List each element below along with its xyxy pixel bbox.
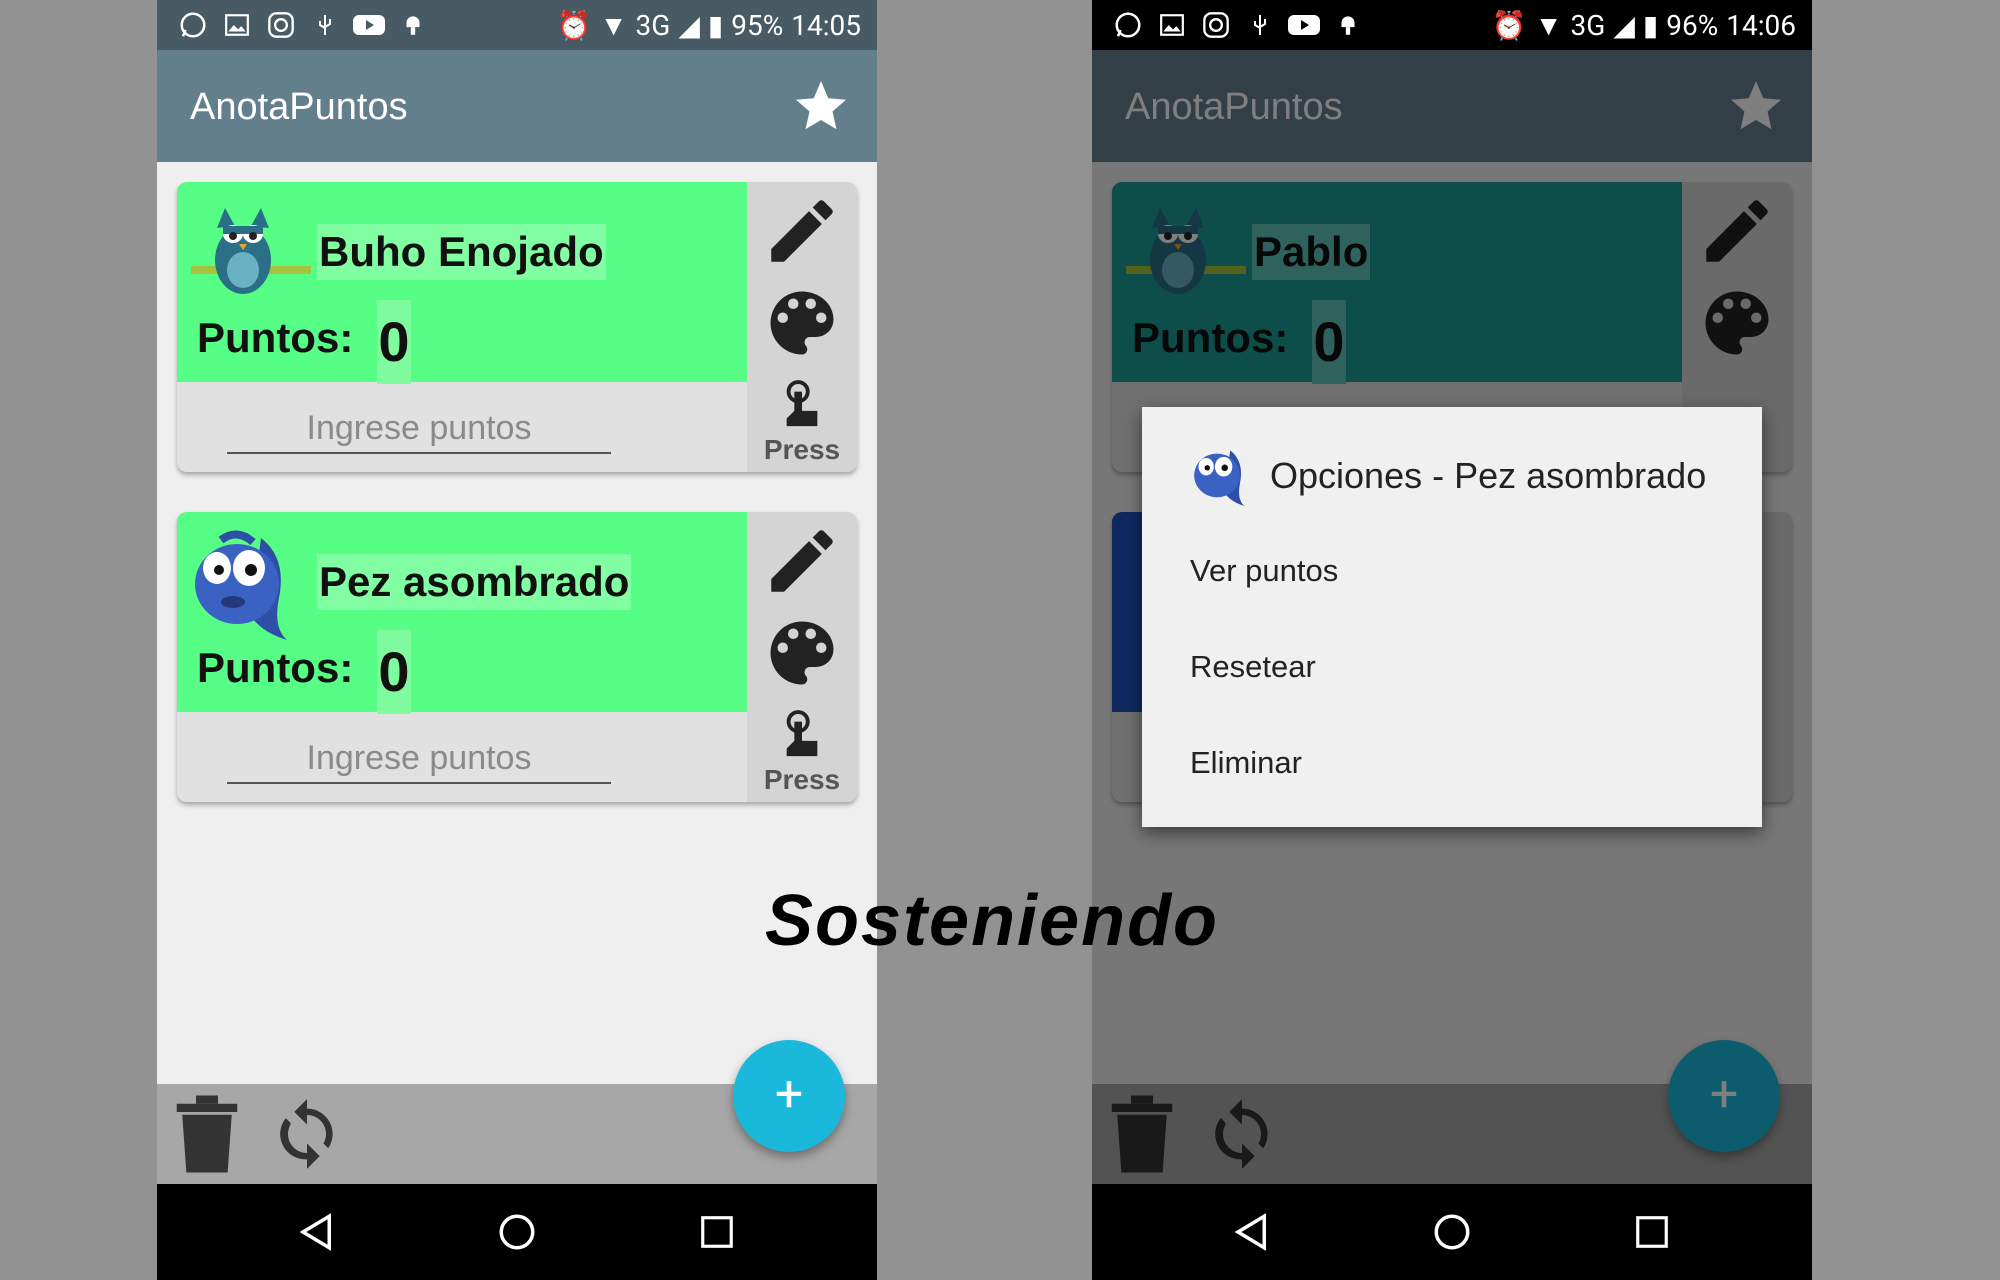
points-value: 0 (377, 300, 411, 384)
press-label: Press (763, 434, 841, 465)
whatsapp-icon (177, 9, 209, 41)
fish-icon (1192, 443, 1252, 509)
wifi-icon: ▼ (1534, 8, 1563, 42)
caption-text: Sosteniendo (765, 881, 1220, 961)
owl-icon (191, 198, 311, 304)
instagram-icon (1200, 9, 1232, 41)
back-icon[interactable] (1222, 1202, 1282, 1262)
press-button[interactable]: Press (757, 374, 847, 470)
card-actions: Press (747, 182, 857, 472)
youtube-icon (1288, 9, 1320, 41)
reset-all-button[interactable] (267, 1094, 347, 1174)
palette-icon (770, 291, 834, 355)
clock: 14:06 (1726, 8, 1796, 42)
whatsapp-icon (1112, 9, 1144, 41)
clock: 14:05 (791, 8, 861, 42)
player-header[interactable]: Pez asombrado Puntos: 0 (177, 512, 747, 714)
color-button[interactable] (757, 278, 847, 368)
usb-icon (1244, 9, 1276, 41)
usb-icon (309, 9, 341, 41)
back-icon[interactable] (287, 1202, 347, 1262)
home-icon[interactable] (487, 1202, 547, 1262)
battery-level: 95% (731, 8, 784, 42)
recents-icon[interactable] (687, 1202, 747, 1262)
points-value: 0 (377, 630, 411, 714)
delete-all-button[interactable] (167, 1094, 247, 1174)
card-actions: Press (747, 512, 857, 802)
points-label: Puntos: (197, 644, 354, 691)
edit-button[interactable] (757, 516, 847, 606)
status-bar: ⏰ ▼ 3G ◢ ▮ 95% 14:05 (157, 0, 877, 50)
instagram-icon (265, 9, 297, 41)
menu-item-ver-puntos[interactable]: Ver puntos (1190, 553, 1338, 589)
image-icon (221, 9, 253, 41)
points-input[interactable] (227, 404, 611, 454)
youtube-icon (353, 9, 385, 41)
touch-icon (786, 380, 818, 427)
color-button[interactable] (757, 608, 847, 698)
signal-icon: ◢ (1613, 8, 1635, 42)
player-header[interactable]: Buho Enojado Puntos: 0 (177, 182, 747, 384)
network-type: 3G (635, 8, 671, 42)
battery-level: 96% (1666, 8, 1719, 42)
battery-icon: ▮ (707, 8, 724, 42)
points-label: Puntos: (197, 314, 354, 361)
dialog-title: Opciones - Pez asombrado (1270, 455, 1707, 496)
navigation-bar (157, 1184, 877, 1280)
navigation-bar (1092, 1184, 1812, 1280)
android-icon (397, 9, 429, 41)
points-input[interactable] (227, 734, 611, 784)
star-icon[interactable] (791, 76, 851, 136)
signal-icon: ◢ (678, 8, 700, 42)
phone-screen-left: ⏰ ▼ 3G ◢ ▮ 95% 14:05 AnotaPuntos Buho En… (157, 0, 877, 1280)
phone-screen-right: ⏰ ▼ 3G ◢ ▮ 96% 14:06 AnotaPuntos (1092, 0, 1812, 1280)
press-button[interactable]: Press (757, 704, 847, 800)
alarm-icon: ⏰ (1491, 8, 1527, 42)
battery-icon: ▮ (1642, 8, 1659, 42)
network-type: 3G (1570, 8, 1606, 42)
home-icon[interactable] (1422, 1202, 1482, 1262)
app-bar: AnotaPuntos (157, 50, 877, 162)
refresh-icon (280, 1099, 333, 1169)
fish-icon (191, 528, 291, 640)
player-name[interactable]: Buho Enojado (317, 224, 606, 280)
alarm-icon: ⏰ (556, 8, 592, 42)
touch-icon (786, 710, 818, 757)
edit-button[interactable] (757, 186, 847, 276)
menu-item-resetear[interactable]: Resetear (1190, 649, 1316, 685)
pencil-icon (771, 530, 833, 592)
app-title: AnotaPuntos (190, 86, 408, 128)
status-bar: ⏰ ▼ 3G ◢ ▮ 96% 14:06 (1092, 0, 1812, 50)
pencil-icon (771, 200, 833, 262)
options-dialog: Opciones - Pez asombrado Ver puntos Rese… (1142, 407, 1762, 827)
trash-icon (176, 1095, 238, 1173)
press-label: Press (763, 764, 841, 795)
recents-icon[interactable] (1622, 1202, 1682, 1262)
player-card[interactable]: Buho Enojado Puntos: 0 Press (177, 182, 857, 472)
android-icon (1332, 9, 1364, 41)
image-icon (1156, 9, 1188, 41)
add-player-button[interactable]: + (733, 1040, 845, 1152)
palette-icon (770, 621, 834, 685)
player-card[interactable]: Pez asombrado Puntos: 0 Press (177, 512, 857, 802)
wifi-icon: ▼ (599, 8, 628, 42)
menu-item-eliminar[interactable]: Eliminar (1190, 745, 1302, 781)
player-name[interactable]: Pez asombrado (317, 554, 632, 610)
